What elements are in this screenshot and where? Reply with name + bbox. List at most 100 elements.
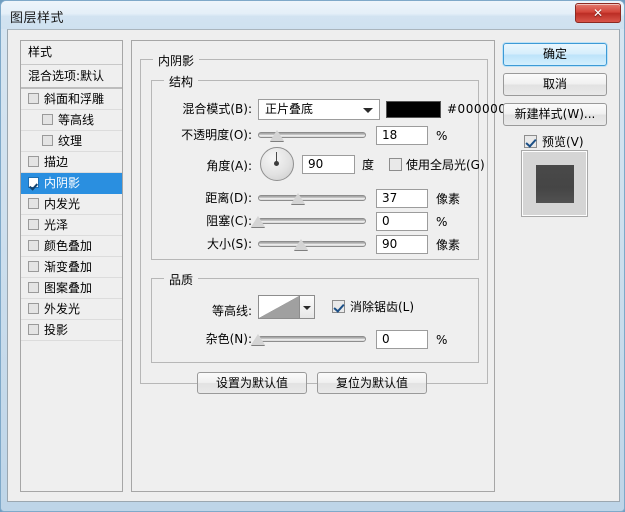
sidebar-item-label: 斜面和浮雕: [44, 92, 105, 106]
sidebar-item-1[interactable]: 等高线: [21, 110, 122, 131]
choke-input[interactable]: 0: [376, 212, 428, 231]
sidebar-item-checkbox-3[interactable]: [28, 156, 39, 167]
sidebar-item-checkbox-7[interactable]: [28, 240, 39, 251]
preview-checkbox[interactable]: [524, 135, 537, 148]
sidebar-item-checkbox-0[interactable]: [28, 93, 39, 104]
choke-unit: %: [436, 215, 448, 229]
use-global-light-checkbox[interactable]: [389, 158, 402, 171]
sidebar-item-label: 描边: [44, 155, 69, 169]
close-button[interactable]: ✕: [575, 3, 621, 23]
sidebar-item-checkbox-4[interactable]: [28, 177, 39, 188]
inner-shadow-group: 内阴影 结构 混合模式(B): 正片叠底 #000000 不透明度(O): 18…: [140, 52, 506, 394]
angle-dial[interactable]: [260, 147, 294, 181]
sidebar-item-3[interactable]: 描边: [21, 152, 122, 173]
sidebar-item-0[interactable]: 斜面和浮雕: [21, 89, 122, 110]
sidebar-item-6[interactable]: 光泽: [21, 215, 122, 236]
quality-group: 品质 等高线: 消除锯齿(L) 杂色(N): 0 %: [151, 271, 479, 363]
use-global-light-label[interactable]: 使用全局光(G): [406, 159, 485, 172]
noise-unit: %: [436, 333, 448, 347]
sidebar-item-8[interactable]: 渐变叠加: [21, 257, 122, 278]
sidebar-item-label: 内发光: [44, 197, 81, 211]
sidebar-item-checkbox-11[interactable]: [28, 324, 39, 335]
sidebar-item-2[interactable]: 纹理: [21, 131, 122, 152]
sidebar-item-checkbox-8[interactable]: [28, 261, 39, 272]
styles-sidebar: 样式 混合选项:默认 斜面和浮雕等高线纹理描边内阴影内发光光泽颜色叠加 渐变叠加图…: [20, 40, 123, 492]
title-bar[interactable]: 图层样式 ✕: [1, 1, 624, 29]
distance-slider-track: [258, 195, 366, 201]
antialias-label[interactable]: 消除锯齿(L): [350, 301, 414, 314]
distance-label: 距离(D):: [205, 191, 252, 205]
sidebar-item-checkbox-10[interactable]: [28, 303, 39, 314]
structure-group-title: 结构: [164, 73, 199, 90]
chevron-down-icon: [363, 108, 373, 113]
size-label: 大小(S):: [206, 237, 252, 251]
sidebar-item-label: 投影: [44, 323, 69, 337]
noise-label: 杂色(N):: [205, 332, 252, 346]
window-title: 图层样式: [10, 11, 65, 26]
preview-swatch: [536, 165, 574, 203]
sidebar-item-7[interactable]: 颜色叠加: [21, 236, 122, 257]
sidebar-item-checkbox-1[interactable]: [42, 114, 53, 125]
sidebar-item-11[interactable]: 投影: [21, 320, 122, 341]
sidebar-item-label: 纹理: [58, 134, 83, 148]
quality-group-title: 品质: [164, 271, 199, 288]
set-as-default-button[interactable]: 设置为默认值: [197, 372, 307, 394]
noise-slider[interactable]: [251, 331, 366, 347]
sidebar-effect-list: 斜面和浮雕等高线纹理描边内阴影内发光光泽颜色叠加 渐变叠加图案叠加外发光投影: [21, 89, 122, 341]
sidebar-item-5[interactable]: 内发光: [21, 194, 122, 215]
style-preview-thumbnail: [521, 150, 588, 217]
sidebar-item-blending-options[interactable]: 混合选项:默认: [21, 65, 122, 89]
sidebar-item-label: 内阴影: [44, 176, 81, 190]
new-style-button[interactable]: 新建样式(W)...: [503, 103, 607, 126]
contour-label: 等高线:: [211, 304, 252, 318]
contour-dropdown-button[interactable]: [300, 295, 315, 319]
choke-label: 阻塞(C):: [206, 214, 252, 228]
distance-slider-thumb[interactable]: [290, 193, 305, 204]
sidebar-item-checkbox-2[interactable]: [42, 135, 53, 146]
sidebar-item-9[interactable]: 图案叠加: [21, 278, 122, 299]
shadow-color-swatch[interactable]: [386, 101, 441, 118]
inner-shadow-panel: 内阴影 结构 混合模式(B): 正片叠底 #000000 不透明度(O): 18…: [131, 40, 506, 492]
contour-preview[interactable]: [258, 295, 300, 319]
size-slider-track: [258, 241, 366, 247]
inner-shadow-group-title: 内阴影: [153, 52, 200, 69]
size-input[interactable]: 90: [376, 235, 428, 254]
ok-button[interactable]: 确定: [503, 43, 607, 66]
sidebar-item-checkbox-5[interactable]: [28, 198, 39, 209]
opacity-slider-thumb[interactable]: [270, 130, 285, 141]
sidebar-item-4[interactable]: 内阴影: [21, 173, 122, 194]
size-unit: 像素: [436, 238, 461, 252]
sidebar-item-label: 光泽: [44, 218, 69, 232]
blend-mode-label: 混合模式(B):: [182, 102, 252, 116]
sidebar-header: 样式: [21, 41, 122, 65]
angle-label: 角度(A):: [206, 159, 252, 173]
sidebar-item-checkbox-6[interactable]: [28, 219, 39, 230]
angle-input[interactable]: 90: [302, 155, 355, 174]
choke-slider[interactable]: [251, 213, 366, 229]
size-slider-thumb[interactable]: [294, 239, 309, 250]
blend-mode-select[interactable]: 正片叠底: [258, 99, 380, 120]
layer-style-dialog: 图层样式 ✕ 样式 混合选项:默认 斜面和浮雕 等高线 纹理 描边 内阴影 内发光 光泽 颜色…: [0, 0, 625, 512]
dialog-client-area: 样式 混合选项:默认 斜面和浮雕 等高线 纹理 描边 内阴影 内发光 光泽 颜色叠加 渐变叠加图…: [7, 29, 620, 502]
shadow-color-hex: #000000: [447, 102, 507, 116]
noise-slider-thumb[interactable]: [251, 334, 265, 345]
antialias-checkbox[interactable]: [332, 300, 345, 313]
opacity-input[interactable]: 18: [376, 126, 428, 145]
sidebar-item-checkbox-9[interactable]: [28, 282, 39, 293]
size-slider[interactable]: [258, 236, 366, 252]
angle-unit: 度: [362, 158, 375, 172]
sidebar-item-label: 图案叠加: [44, 281, 93, 295]
angle-hub: [274, 161, 279, 166]
opacity-slider[interactable]: [258, 127, 366, 143]
distance-input[interactable]: 37: [376, 189, 428, 208]
noise-input[interactable]: 0: [376, 330, 428, 349]
sidebar-item-label: 外发光: [44, 302, 81, 316]
distance-slider[interactable]: [258, 190, 366, 206]
blend-mode-value: 正片叠底: [265, 102, 314, 116]
sidebar-item-10[interactable]: 外发光: [21, 299, 122, 320]
cancel-button[interactable]: 取消: [503, 73, 607, 96]
choke-slider-thumb[interactable]: [251, 216, 265, 227]
reset-to-default-button[interactable]: 复位为默认值: [317, 372, 427, 394]
sidebar-item-label: 等高线: [58, 113, 95, 127]
preview-label[interactable]: 预览(V): [542, 136, 584, 149]
